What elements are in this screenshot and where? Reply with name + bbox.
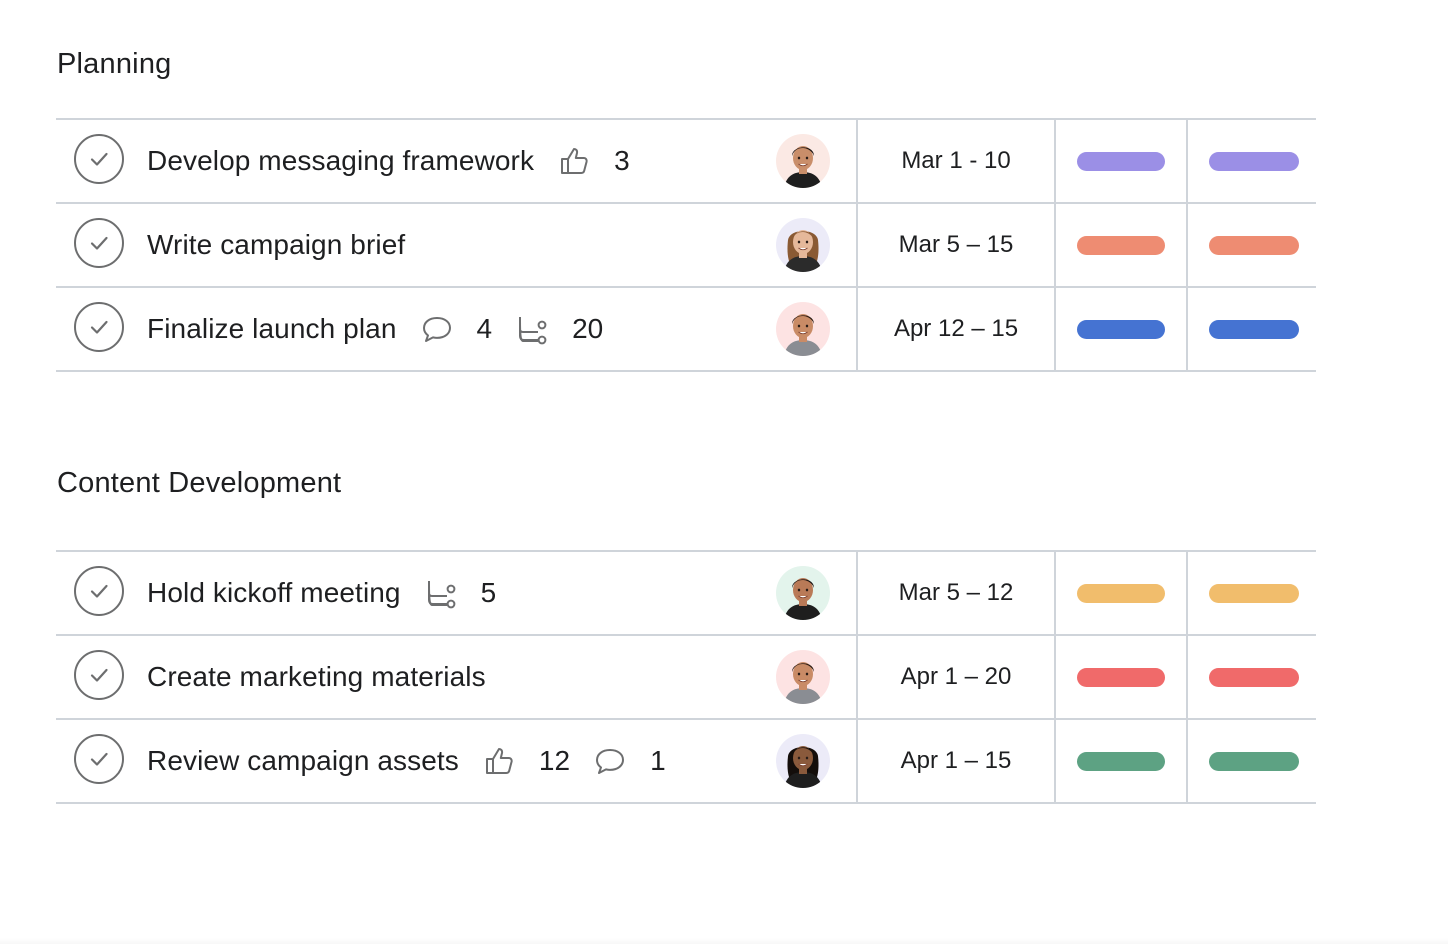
subtasks-count[interactable]: 5 [425, 577, 497, 609]
checkmark-icon [87, 315, 111, 339]
complete-task-checkbox[interactable] [74, 650, 124, 700]
priority-tag[interactable] [1209, 236, 1299, 255]
task-name[interactable]: Review campaign assets [147, 745, 459, 777]
comment-icon [594, 746, 638, 776]
checkmark-icon [87, 147, 111, 171]
thumbs-up-icon [483, 745, 527, 777]
checkmark-icon [87, 231, 111, 255]
section-title-planning[interactable]: Planning [57, 48, 171, 81]
due-date[interactable]: Apr 1 – 20 [858, 636, 1054, 718]
task-main: Write campaign brief [147, 204, 405, 286]
status-tag[interactable] [1077, 320, 1165, 339]
task-main: Review campaign assets 12 1 [147, 720, 666, 802]
comment-icon [421, 314, 465, 344]
priority-tag[interactable] [1209, 668, 1299, 687]
column-divider [1054, 552, 1056, 634]
task-main: Develop messaging framework 3 [147, 120, 630, 202]
subtask-icon [516, 313, 560, 345]
column-divider [1186, 288, 1188, 370]
comments-value: 4 [476, 313, 493, 344]
due-date[interactable]: Mar 1 - 10 [858, 120, 1054, 202]
assignee-avatar[interactable] [776, 218, 830, 272]
due-date[interactable]: Apr 1 – 15 [858, 720, 1054, 802]
task-main: Create marketing materials [147, 636, 486, 718]
likes-count[interactable]: 3 [558, 145, 630, 177]
assignee-avatar[interactable] [776, 134, 830, 188]
task-name[interactable]: Write campaign brief [147, 229, 405, 261]
checkmark-icon [87, 747, 111, 771]
status-tag[interactable] [1077, 584, 1165, 603]
assignee-avatar[interactable] [776, 734, 830, 788]
priority-tag[interactable] [1209, 152, 1299, 171]
subtasks-value: 20 [572, 313, 604, 344]
column-divider [1054, 204, 1056, 286]
subtasks-count[interactable]: 20 [516, 313, 603, 345]
due-date[interactable]: Mar 5 – 15 [858, 204, 1054, 286]
task-name[interactable]: Finalize launch plan [147, 313, 397, 345]
status-tag[interactable] [1077, 752, 1165, 771]
task-name[interactable]: Develop messaging framework [147, 145, 534, 177]
task-row[interactable]: Create marketing materials Apr 1 – 20 [56, 636, 1316, 720]
section-title-content-development[interactable]: Content Development [57, 467, 341, 500]
column-divider [1186, 204, 1188, 286]
task-main: Hold kickoff meeting 5 [147, 552, 496, 634]
bottom-shadow [0, 938, 1448, 944]
likes-count[interactable]: 12 [483, 745, 570, 777]
task-row[interactable]: Develop messaging framework 3 Mar 1 - 10 [56, 120, 1316, 204]
priority-tag[interactable] [1209, 320, 1299, 339]
subtasks-value: 5 [480, 577, 497, 608]
complete-task-checkbox[interactable] [74, 302, 124, 352]
column-divider [1186, 636, 1188, 718]
complete-task-checkbox[interactable] [74, 134, 124, 184]
priority-tag[interactable] [1209, 584, 1299, 603]
status-tag[interactable] [1077, 236, 1165, 255]
complete-task-checkbox[interactable] [74, 218, 124, 268]
subtask-icon [425, 577, 469, 609]
priority-tag[interactable] [1209, 752, 1299, 771]
likes-value: 3 [614, 145, 630, 176]
assignee-avatar[interactable] [776, 302, 830, 356]
checkmark-icon [87, 579, 111, 603]
project-list-view: Planning Develop messaging framework 3 Ma… [0, 0, 1448, 944]
task-row[interactable]: Review campaign assets 12 1 Apr 1 – 15 [56, 720, 1316, 804]
comments-count[interactable]: 1 [594, 745, 666, 777]
task-row[interactable]: Finalize launch plan 4 20 Apr 12 – 15 [56, 288, 1316, 372]
complete-task-checkbox[interactable] [74, 734, 124, 784]
column-divider [1186, 552, 1188, 634]
comments-value: 1 [650, 745, 666, 776]
due-date[interactable]: Mar 5 – 12 [858, 552, 1054, 634]
column-divider [1054, 120, 1056, 202]
due-date[interactable]: Apr 12 – 15 [858, 288, 1054, 370]
task-name[interactable]: Create marketing materials [147, 661, 486, 693]
column-divider [1186, 720, 1188, 802]
task-name[interactable]: Hold kickoff meeting [147, 577, 401, 609]
assignee-avatar[interactable] [776, 566, 830, 620]
column-divider [1186, 120, 1188, 202]
status-tag[interactable] [1077, 152, 1165, 171]
task-row[interactable]: Write campaign brief Mar 5 – 15 [56, 204, 1316, 288]
likes-value: 12 [538, 745, 571, 776]
status-tag[interactable] [1077, 668, 1165, 687]
column-divider [1054, 720, 1056, 802]
task-row[interactable]: Hold kickoff meeting 5 Mar 5 – 12 [56, 552, 1316, 636]
assignee-avatar[interactable] [776, 650, 830, 704]
comments-count[interactable]: 4 [421, 313, 493, 345]
thumbs-up-icon [558, 145, 602, 177]
complete-task-checkbox[interactable] [74, 566, 124, 616]
task-main: Finalize launch plan 4 20 [147, 288, 603, 370]
column-divider [1054, 288, 1056, 370]
task-list-planning: Develop messaging framework 3 Mar 1 - 10 W… [56, 118, 1316, 372]
task-list-content-development: Hold kickoff meeting 5 Mar 5 – 12 Create m… [56, 550, 1316, 804]
column-divider [1054, 636, 1056, 718]
checkmark-icon [87, 663, 111, 687]
